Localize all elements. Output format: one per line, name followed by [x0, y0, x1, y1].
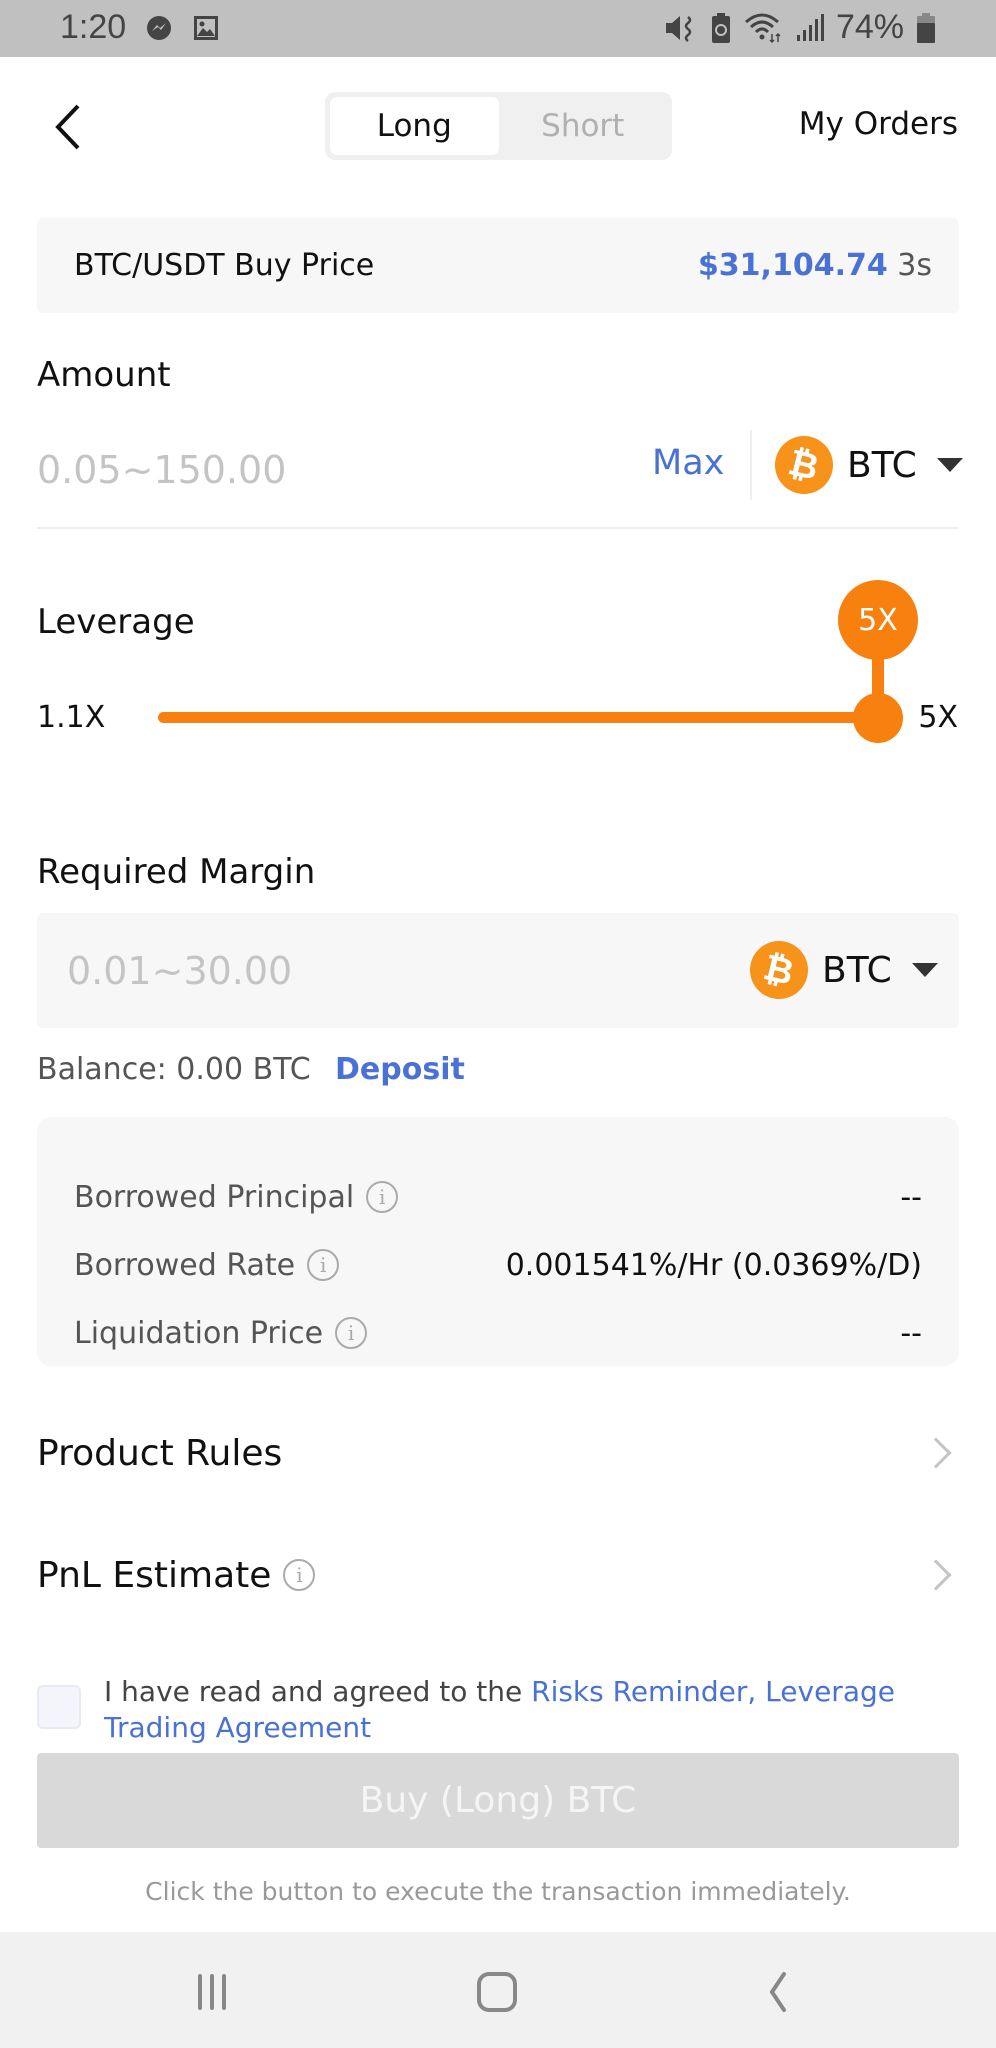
info-label: Liquidation Price — [74, 1315, 324, 1351]
info-label-container: Liquidation Price i — [74, 1315, 368, 1351]
caret-down-icon — [936, 458, 963, 472]
chevron-right-icon — [920, 1559, 952, 1591]
price-label: BTC/USDT Buy Price — [74, 248, 375, 283]
bitcoin-icon: ₿ — [750, 941, 808, 999]
info-label-container: Borrowed Rate i — [74, 1247, 340, 1283]
chevron-right-icon — [920, 1437, 952, 1469]
leverage-max-label: 5X — [918, 700, 958, 735]
long-short-toggle: Long Short — [325, 92, 672, 160]
price-refresh-age: 3s — [897, 248, 932, 283]
signal-icon — [796, 13, 824, 41]
status-time: 1:20 — [60, 8, 127, 46]
info-icon[interactable]: i — [335, 1317, 368, 1349]
price-value: $31,104.74 — [697, 248, 888, 283]
mute-vibrate-icon — [665, 15, 692, 42]
info-icon[interactable]: i — [283, 1559, 316, 1591]
divider — [37, 527, 959, 529]
loan-info-card: Borrowed Principal i -- Borrowed Rate i … — [37, 1117, 959, 1366]
agreement-prefix: I have read and agreed to the — [104, 1675, 532, 1708]
required-margin-label: Required Margin — [37, 852, 316, 892]
divider — [750, 430, 752, 500]
agreement-checkbox[interactable] — [37, 1685, 81, 1729]
back-icon — [769, 1972, 786, 2012]
caret-down-icon — [911, 963, 938, 977]
pnl-estimate-label-container: PnL Estimate i — [37, 1554, 316, 1596]
info-row-borrowed-rate: Borrowed Rate i 0.001541%/Hr (0.0369%/D) — [74, 1243, 922, 1287]
info-label: Borrowed Rate — [74, 1247, 296, 1283]
status-bar: 1:20 74% — [0, 0, 996, 57]
info-value: 0.001541%/Hr (0.0369%/D) — [505, 1247, 922, 1283]
battery-icon — [917, 12, 935, 43]
pnl-estimate-label: PnL Estimate — [37, 1554, 272, 1596]
status-right: 74% — [664, 8, 936, 47]
deposit-link[interactable]: Deposit — [335, 1052, 465, 1087]
amount-currency-select[interactable]: ₿ BTC — [775, 436, 963, 494]
home-button[interactable] — [468, 1972, 528, 2012]
pnl-estimate-row[interactable]: PnL Estimate i — [37, 1545, 959, 1605]
margin-input[interactable] — [67, 941, 567, 1001]
battery-saver-icon — [711, 12, 730, 43]
info-label: Borrowed Principal — [74, 1179, 355, 1215]
agreement-text: I have read and agreed to the Risks Remi… — [104, 1674, 964, 1746]
info-row-liquidation-price: Liquidation Price i -- — [74, 1311, 922, 1355]
slider-value-bubble: 5X — [838, 580, 918, 660]
info-row-borrowed-principal: Borrowed Principal i -- — [74, 1175, 922, 1219]
price-display: $31,104.74 3s — [698, 248, 932, 283]
info-value: -- — [900, 1315, 922, 1351]
info-icon[interactable]: i — [307, 1249, 340, 1281]
back-button[interactable] — [48, 100, 88, 154]
recent-apps-button[interactable] — [186, 1972, 246, 2012]
info-label-container: Borrowed Principal i — [74, 1179, 399, 1215]
slider-fill — [158, 712, 878, 723]
helper-text: Click the button to execute the transact… — [145, 1877, 851, 1906]
price-card: BTC/USDT Buy Price $31,104.74 3s — [37, 218, 959, 313]
tab-long[interactable]: Long — [330, 97, 499, 155]
bitcoin-icon: ₿ — [775, 436, 833, 494]
slider-thumb[interactable] — [853, 693, 903, 743]
recent-apps-icon — [198, 1974, 226, 2010]
amount-label: Amount — [37, 355, 171, 395]
leverage-label: Leverage — [37, 602, 195, 642]
max-button[interactable]: Max — [652, 443, 724, 483]
margin-currency-label: BTC — [822, 949, 892, 991]
product-rules-label: Product Rules — [37, 1432, 283, 1474]
wifi-icon — [744, 13, 781, 43]
gallery-icon — [194, 16, 218, 40]
home-icon — [477, 1972, 517, 2012]
leverage-min-label: 1.1X — [37, 700, 106, 735]
buy-long-button[interactable]: Buy (Long) BTC — [37, 1753, 959, 1848]
margin-currency-select[interactable]: ₿ BTC — [750, 941, 938, 999]
nav-back-button[interactable] — [750, 1972, 810, 2012]
chevron-left-icon — [55, 104, 80, 150]
amount-currency-label: BTC — [847, 444, 917, 486]
margin-input-box: ₿ BTC — [37, 913, 959, 1028]
messenger-icon — [147, 16, 171, 40]
amount-input[interactable] — [37, 440, 597, 500]
info-icon[interactable]: i — [366, 1181, 399, 1213]
product-rules-row[interactable]: Product Rules — [37, 1423, 959, 1483]
my-orders-link[interactable]: My Orders — [799, 106, 958, 142]
battery-percent: 74% — [835, 8, 904, 46]
info-value: -- — [900, 1179, 922, 1215]
leverage-slider[interactable]: 5X — [158, 580, 918, 743]
balance-text: Balance: 0.00 BTC — [37, 1052, 311, 1087]
system-nav-bar — [0, 1932, 996, 2048]
tab-short[interactable]: Short — [499, 97, 668, 155]
